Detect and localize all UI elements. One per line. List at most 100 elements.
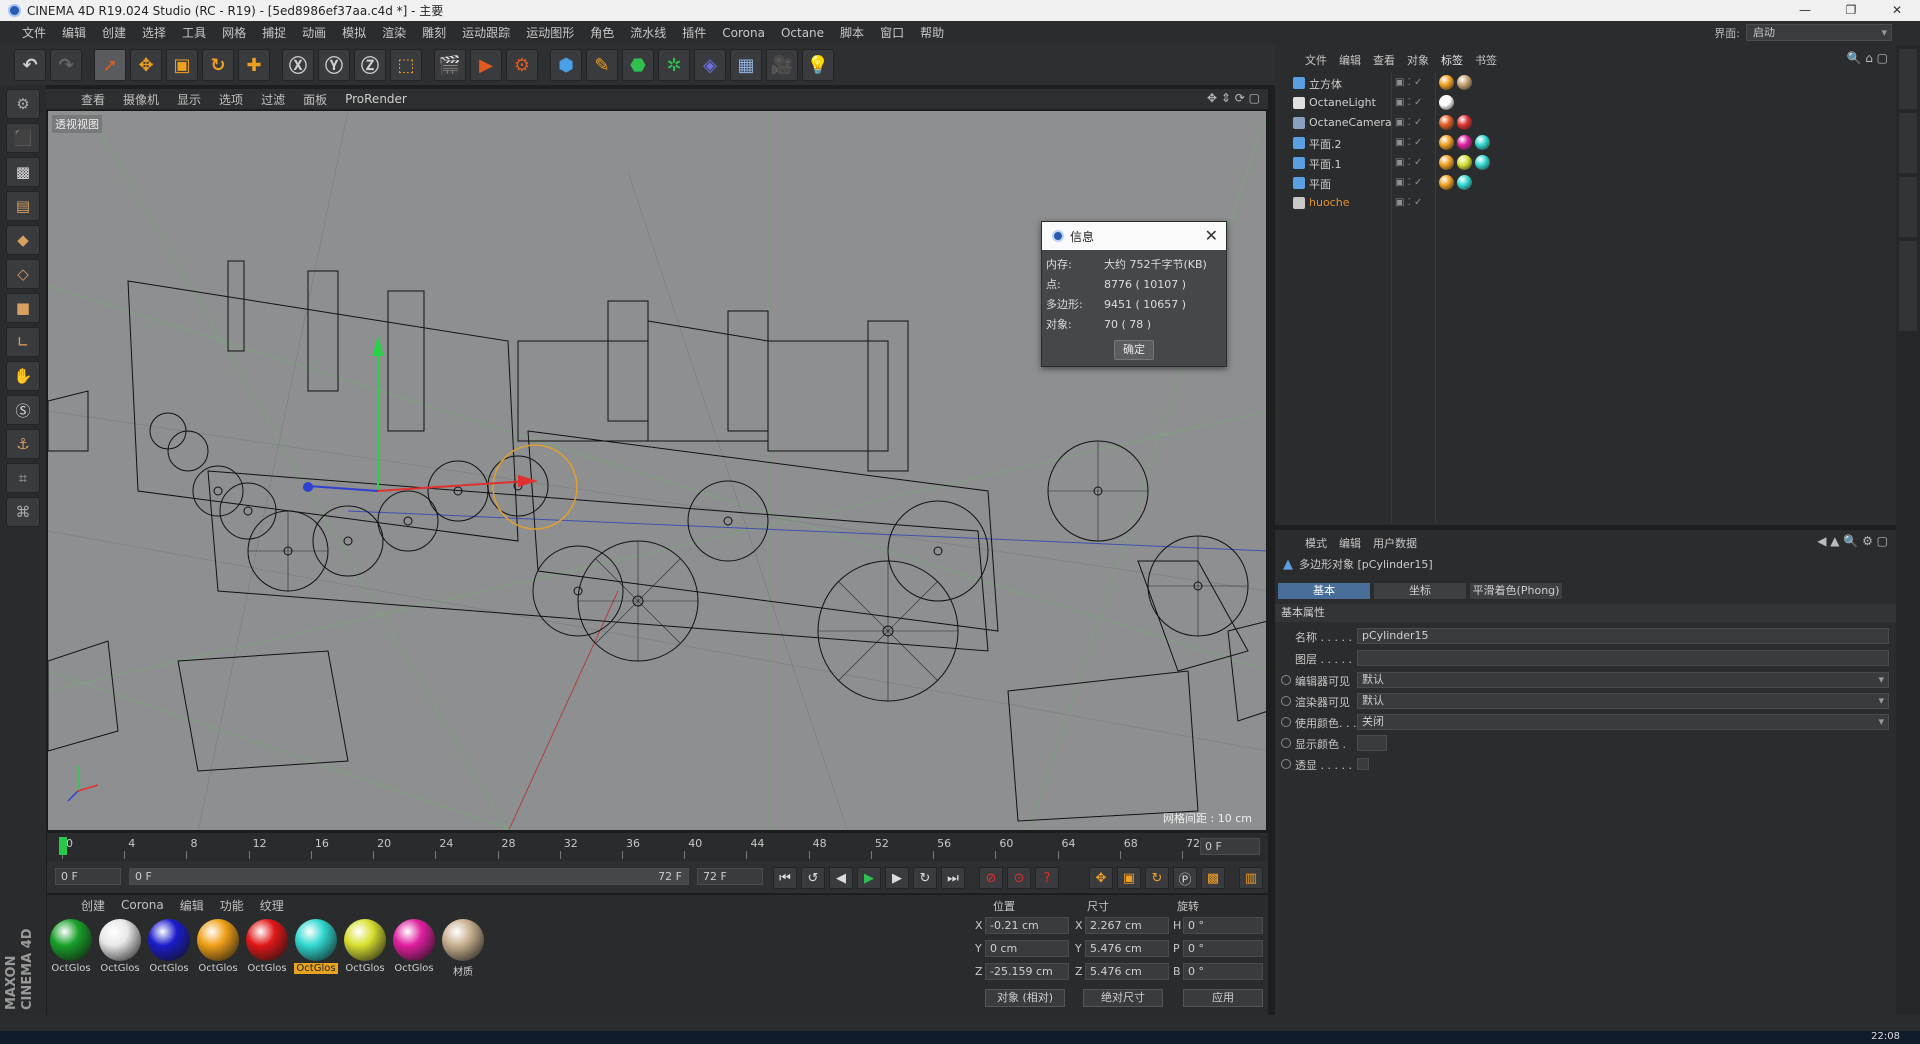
material-swatch[interactable]: OctGlos bbox=[98, 919, 142, 977]
visibility-flags-icon[interactable]: ▣ ⁚ ✓ bbox=[1395, 197, 1435, 209]
viewport-menu-view[interactable]: 查看 bbox=[72, 91, 114, 108]
planar-workplane-icon[interactable]: ⌘ bbox=[6, 497, 40, 527]
viewport-menu-camera[interactable]: 摄像机 bbox=[114, 91, 168, 108]
maximize-button[interactable]: ❐ bbox=[1828, 0, 1874, 21]
viewport-menu-filter[interactable]: 过滤 bbox=[252, 91, 294, 108]
goto-start-icon[interactable]: ⏮ bbox=[773, 867, 797, 889]
attribute-menu-mode[interactable]: 模式 bbox=[1299, 535, 1333, 551]
end-frame-field[interactable]: 72 F bbox=[697, 868, 763, 885]
material-swatch[interactable]: 材质 bbox=[441, 919, 485, 978]
material-tag-icon[interactable] bbox=[1457, 155, 1472, 170]
workplane-icon[interactable]: ▤ bbox=[6, 191, 40, 221]
coord-system-icon[interactable]: ⬚ bbox=[390, 49, 422, 81]
x-axis-icon[interactable]: Ⓧ bbox=[282, 49, 314, 81]
attribute-field[interactable] bbox=[1357, 650, 1889, 666]
menu-sculpt[interactable]: 雕刻 bbox=[414, 21, 454, 45]
menu-help[interactable]: 帮助 bbox=[912, 21, 952, 45]
prev-key-icon[interactable]: ↺ bbox=[801, 867, 825, 889]
viewport-menu-options[interactable]: 选项 bbox=[210, 91, 252, 108]
material-swatch[interactable]: OctGlos bbox=[196, 919, 240, 977]
apply-button[interactable]: 应用 bbox=[1183, 989, 1263, 1007]
menu-character[interactable]: 角色 bbox=[582, 21, 622, 45]
menu-script[interactable]: 脚本 bbox=[832, 21, 872, 45]
perspective-viewport[interactable]: 透视视图 网格间距 : 10 cm bbox=[47, 110, 1267, 831]
make-editable-icon[interactable]: ⚙ bbox=[6, 89, 40, 119]
menu-tools[interactable]: 工具 bbox=[174, 21, 214, 45]
points-mode-icon[interactable]: ◆ bbox=[6, 225, 40, 255]
tab-basic[interactable]: 基本 bbox=[1277, 582, 1371, 600]
material-tag-icon[interactable] bbox=[1457, 175, 1472, 190]
subdivision-icon[interactable]: ⬣ bbox=[622, 49, 654, 81]
attribute-dropdown[interactable]: 关闭 bbox=[1357, 714, 1889, 730]
side-tab[interactable] bbox=[1899, 49, 1917, 109]
minimize-button[interactable]: — bbox=[1782, 0, 1828, 21]
object-row[interactable]: huoche ▣ ⁚ ✓ bbox=[1275, 193, 1896, 213]
material-tag-icon[interactable] bbox=[1475, 135, 1490, 150]
cube-icon[interactable]: ⬢ bbox=[550, 49, 582, 81]
record-icon[interactable]: ⊘ bbox=[979, 867, 1003, 889]
object-menu-edit[interactable]: 编辑 bbox=[1333, 52, 1367, 68]
material-tag-icon[interactable] bbox=[1439, 75, 1454, 90]
material-tag-icon[interactable] bbox=[1457, 75, 1472, 90]
position-z-field[interactable]: -25.159 cm bbox=[985, 963, 1069, 980]
menu-select[interactable]: 选择 bbox=[134, 21, 174, 45]
next-key-icon[interactable]: ↻ bbox=[913, 867, 937, 889]
object-menu-tags[interactable]: 标签 bbox=[1435, 52, 1469, 68]
size-y-field[interactable]: 5.476 cm bbox=[1085, 940, 1169, 957]
material-tag-icon[interactable] bbox=[1439, 95, 1454, 110]
menu-snap[interactable]: 捕捉 bbox=[254, 21, 294, 45]
material-swatch[interactable]: OctGlos bbox=[245, 919, 289, 977]
deformer-icon[interactable]: ◈ bbox=[694, 49, 726, 81]
render-picture-viewer-icon[interactable]: ▶ bbox=[470, 49, 502, 81]
menu-render[interactable]: 渲染 bbox=[374, 21, 414, 45]
position-y-field[interactable]: 0 cm bbox=[985, 940, 1069, 957]
playhead[interactable] bbox=[59, 837, 67, 855]
side-tab[interactable] bbox=[1899, 113, 1917, 173]
polygons-mode-icon[interactable]: ■ bbox=[6, 293, 40, 323]
object-row[interactable]: 平面.1 ▣ ⁚ ✓ bbox=[1275, 153, 1896, 173]
visibility-flags-icon[interactable]: ▣ ⁚ ✓ bbox=[1395, 137, 1435, 149]
material-tag-icon[interactable] bbox=[1439, 175, 1454, 190]
rotation-h-field[interactable]: 0 ° bbox=[1183, 917, 1263, 934]
workplane-lock-icon[interactable]: ⌗ bbox=[6, 463, 40, 493]
key-pla-icon[interactable]: ▩ bbox=[1201, 867, 1225, 889]
viewport-menu-prorender[interactable]: ProRender bbox=[336, 92, 416, 106]
animate-radio-icon[interactable] bbox=[1281, 738, 1291, 748]
material-menu-texture[interactable]: 纹理 bbox=[252, 897, 292, 914]
object-row[interactable]: 立方体 ▣ ⁚ ✓ bbox=[1275, 73, 1896, 93]
attribute-menu-userdata[interactable]: 用户数据 bbox=[1367, 535, 1423, 551]
material-tag-icon[interactable] bbox=[1475, 155, 1490, 170]
position-x-field[interactable]: -0.21 cm bbox=[985, 917, 1069, 934]
viewport-menu-display[interactable]: 显示 bbox=[168, 91, 210, 108]
material-tag-icon[interactable] bbox=[1439, 135, 1454, 150]
menu-animate[interactable]: 动画 bbox=[294, 21, 334, 45]
material-tag-icon[interactable] bbox=[1439, 115, 1454, 130]
tab-coordinates[interactable]: 坐标 bbox=[1373, 582, 1467, 600]
pen-spline-icon[interactable]: ✎ bbox=[586, 49, 618, 81]
object-menu-bookmarks[interactable]: 书签 bbox=[1469, 52, 1503, 68]
visibility-flags-icon[interactable]: ▣ ⁚ ✓ bbox=[1395, 117, 1435, 129]
animate-radio-icon[interactable] bbox=[1281, 717, 1291, 727]
edges-mode-icon[interactable]: ◇ bbox=[6, 259, 40, 289]
layout-select[interactable]: 启动 bbox=[1746, 24, 1892, 41]
model-mode-icon[interactable]: ⬛ bbox=[6, 123, 40, 153]
rotation-b-field[interactable]: 0 ° bbox=[1183, 963, 1263, 980]
object-row[interactable]: OctaneLight ▣ ⁚ ✓ bbox=[1275, 93, 1896, 113]
animate-radio-icon[interactable] bbox=[1281, 696, 1291, 706]
current-frame-field[interactable]: 0 F bbox=[1200, 838, 1260, 855]
timeline-window-icon[interactable]: ▥ bbox=[1239, 867, 1263, 889]
display-color-swatch[interactable] bbox=[1357, 735, 1387, 751]
side-tab[interactable] bbox=[1899, 177, 1917, 237]
tab-phong[interactable]: 平滑着色(Phong) bbox=[1469, 582, 1563, 600]
material-swatch[interactable]: OctGlos bbox=[147, 919, 191, 977]
key-scale-icon[interactable]: ▣ bbox=[1117, 867, 1141, 889]
close-button[interactable]: ✕ bbox=[1874, 0, 1920, 21]
attribute-menu-edit[interactable]: 编辑 bbox=[1333, 535, 1367, 551]
y-axis-icon[interactable]: Ⓨ bbox=[318, 49, 350, 81]
coord-mode-select[interactable]: 对象 (相对) bbox=[985, 989, 1065, 1007]
texture-mode-icon[interactable]: ▩ bbox=[6, 157, 40, 187]
menu-edit[interactable]: 编辑 bbox=[54, 21, 94, 45]
rotation-p-field[interactable]: 0 ° bbox=[1183, 940, 1263, 957]
play-icon[interactable]: ▶ bbox=[857, 867, 881, 889]
menu-mograph[interactable]: 运动图形 bbox=[518, 21, 582, 45]
